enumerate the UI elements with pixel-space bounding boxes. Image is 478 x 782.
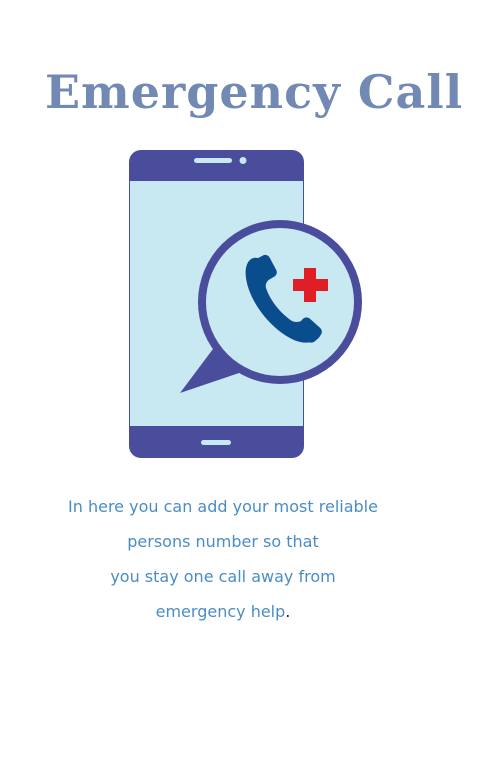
description-line-3: you stay one call away from: [110, 567, 336, 586]
speaker-slot: [194, 158, 232, 163]
emergency-call-illustration: [129, 150, 362, 458]
description-line-4: emergency help.: [0, 601, 446, 636]
home-button: [201, 440, 231, 445]
description-text: In here you can add your most reliable p…: [0, 496, 446, 636]
description-line-2: persons number so that: [127, 532, 319, 551]
description-line-4-text: emergency help: [155, 602, 286, 621]
description-line-1: In here you can add your most reliable: [68, 497, 378, 516]
camera-dot: [239, 157, 247, 164]
description-period: .: [285, 602, 291, 621]
